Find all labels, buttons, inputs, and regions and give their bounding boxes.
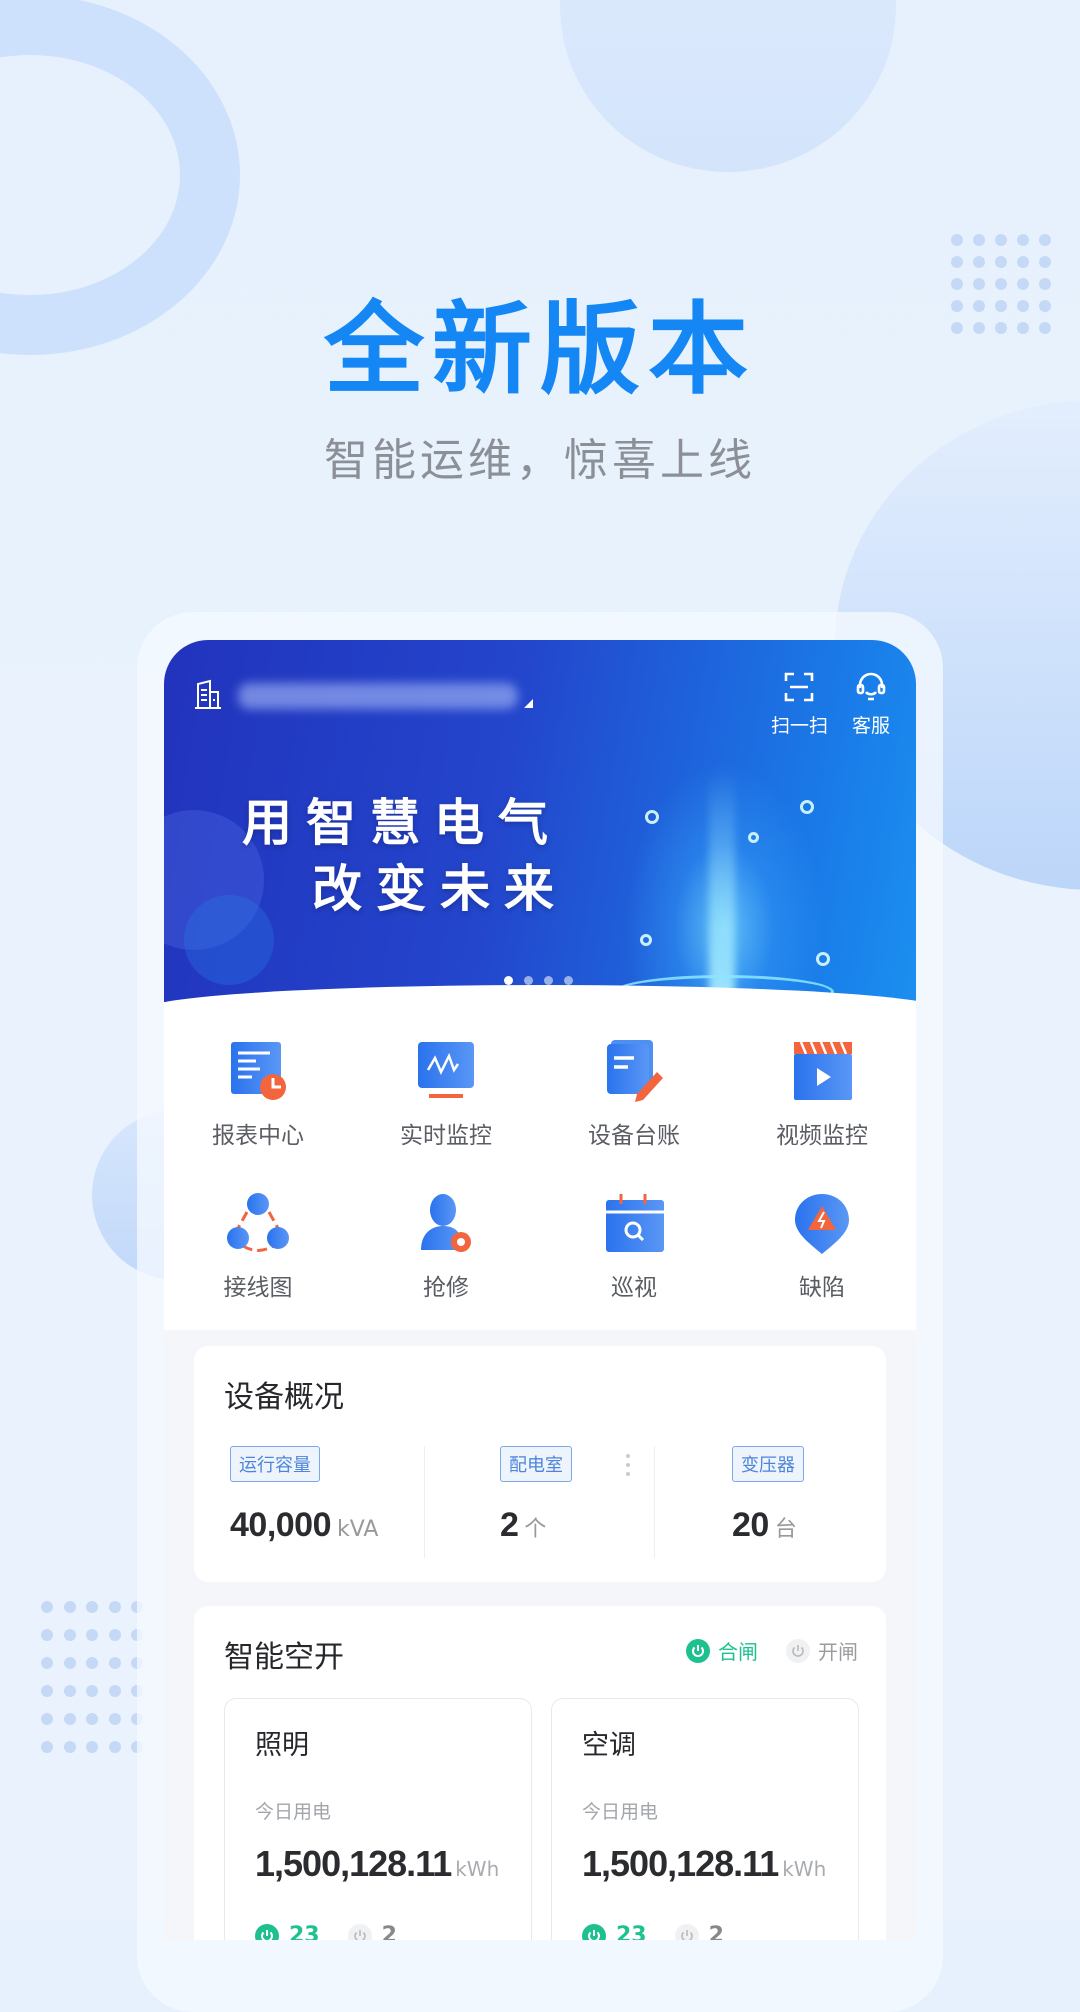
scan-icon (782, 670, 816, 709)
slogan-line-2: 改变未来 (312, 860, 568, 918)
menu-item-label: 报表中心 (212, 1123, 304, 1149)
scan-label: 扫一扫 (770, 715, 828, 737)
pager-dot[interactable] (544, 976, 553, 985)
group-caption: 今日用电 (255, 1801, 332, 1823)
open-count: 2 (381, 1923, 397, 1940)
overview-title: 设备概况 (224, 1380, 344, 1415)
network-node-icon (645, 810, 659, 824)
overview-item-distribution-room[interactable]: 配电室 2个 (500, 1446, 572, 1562)
ledger-icon (601, 1038, 667, 1104)
app-screen: 扫一扫 客服 用智慧电气 改变未来 报表中心 实时监控 设备台账 视频监控 接线… (164, 640, 916, 1940)
group-name: 空调 (582, 1730, 636, 1761)
more-vertical-icon[interactable] (626, 1454, 630, 1476)
building-icon (192, 678, 224, 714)
overview-unit: 个 (524, 1517, 547, 1542)
legend-closed: 合闸 (686, 1636, 758, 1665)
feature-grid: 报表中心 实时监控 设备台账 视频监控 接线图 抢修 巡视 缺陷 (164, 1002, 916, 1330)
slogan-line-1: 用智慧电气 (242, 794, 562, 852)
legend-open: 开闸 (786, 1636, 858, 1665)
report-icon (225, 1038, 291, 1104)
menu-item-label: 接线图 (223, 1275, 293, 1301)
banner[interactable]: 扫一扫 客服 用智慧电气 改变未来 (164, 640, 916, 1045)
power-off-icon (674, 1923, 699, 1940)
group-energy-value: 1,500,128.11 (582, 1843, 779, 1884)
smart-breaker-card: 智能空开 合闸 开闸 照明 今日用电 1,500,128.11 kWh 23 2… (194, 1606, 886, 1940)
overview-value: 40,000 (230, 1506, 332, 1544)
pager-dot[interactable] (524, 976, 533, 985)
network-node-icon (816, 952, 830, 966)
defect-icon (789, 1190, 855, 1256)
repair-icon (413, 1190, 479, 1256)
breaker-group-air-conditioning[interactable]: 空调 今日用电 1,500,128.11 kWh 23 2 (551, 1698, 859, 1940)
headset-icon (854, 670, 888, 709)
decor-dots-bottom-left (36, 1593, 149, 1761)
menu-item-label: 巡视 (611, 1275, 657, 1301)
company-name (238, 683, 518, 709)
pager-dot[interactable] (564, 976, 573, 985)
open-count: 2 (708, 1923, 724, 1940)
menu-item-wiring-diagram[interactable]: 接线图 (164, 1162, 352, 1314)
menu-item-equipment-ledger[interactable]: 设备台账 (540, 1010, 728, 1162)
group-caption: 今日用电 (582, 1801, 659, 1823)
breaker-title: 智能空开 (224, 1640, 344, 1675)
pager-dot[interactable] (504, 976, 513, 985)
menu-item-defect[interactable]: 缺陷 (728, 1162, 916, 1314)
menu-item-label: 抢修 (423, 1275, 469, 1301)
company-selector[interactable] (192, 678, 533, 714)
menu-item-report-center[interactable]: 报表中心 (164, 1010, 352, 1162)
inspection-icon (601, 1190, 667, 1256)
power-on-icon (255, 1923, 279, 1940)
menu-item-label: 实时监控 (400, 1123, 492, 1149)
closed-count: 23 (289, 1923, 320, 1940)
network-node-icon (748, 832, 759, 843)
overview-value: 20 (732, 1506, 769, 1544)
power-off-icon (786, 1638, 810, 1663)
breaker-legend: 合闸 开闸 (686, 1636, 858, 1665)
overview-item-capacity[interactable]: 运行容量 40,000 kVA (230, 1446, 378, 1562)
overview-tag: 配电室 (500, 1446, 572, 1482)
network-node-icon (640, 934, 652, 946)
divider (424, 1446, 425, 1558)
closed-count: 23 (616, 1923, 647, 1940)
menu-item-label: 设备台账 (588, 1123, 680, 1149)
menu-item-label: 视频监控 (776, 1123, 868, 1149)
wiring-icon (225, 1190, 291, 1256)
menu-item-realtime-monitor[interactable]: 实时监控 (352, 1010, 540, 1162)
divider (654, 1446, 655, 1558)
power-off-icon (347, 1923, 372, 1940)
hero-title: 全新版本 (324, 291, 756, 408)
network-node-icon (800, 800, 814, 814)
group-energy-unit: kWh (455, 1857, 500, 1881)
overview-unit: 台 (774, 1517, 797, 1542)
overview-unit: kVA (337, 1517, 379, 1542)
menu-item-emergency-repair[interactable]: 抢修 (352, 1162, 540, 1314)
decor-circle-top (560, 0, 896, 172)
menu-item-label: 缺陷 (799, 1275, 845, 1301)
equipment-overview-card: 设备概况 运行容量 40,000 kVA 配电室 2个 变压器 20 台 (194, 1346, 886, 1582)
customer-service-button[interactable]: 客服 (852, 670, 890, 738)
overview-tag: 运行容量 (230, 1446, 320, 1482)
breaker-group-lighting[interactable]: 照明 今日用电 1,500,128.11 kWh 23 2 (224, 1698, 532, 1940)
hero-subtitle: 智能运维，惊喜上线 (324, 435, 756, 486)
video-icon (789, 1038, 855, 1104)
monitor-icon (413, 1038, 479, 1104)
group-energy-unit: kWh (782, 1857, 827, 1881)
overview-item-transformer[interactable]: 变压器 20 台 (732, 1446, 804, 1562)
power-on-icon (686, 1638, 710, 1663)
menu-item-inspection[interactable]: 巡视 (540, 1162, 728, 1314)
overview-tag: 变压器 (732, 1446, 804, 1482)
menu-item-video-monitor[interactable]: 视频监控 (728, 1010, 916, 1162)
group-energy-value: 1,500,128.11 (255, 1843, 452, 1884)
power-on-icon (582, 1923, 606, 1940)
triangle-down-icon (524, 698, 533, 708)
scan-button[interactable]: 扫一扫 (771, 670, 828, 738)
customer-service-label: 客服 (851, 715, 890, 737)
banner-slogan: 用智慧电气 改变未来 (242, 790, 568, 922)
overview-value: 2 (500, 1506, 519, 1544)
banner-pager[interactable] (504, 976, 573, 985)
group-name: 照明 (255, 1730, 309, 1761)
